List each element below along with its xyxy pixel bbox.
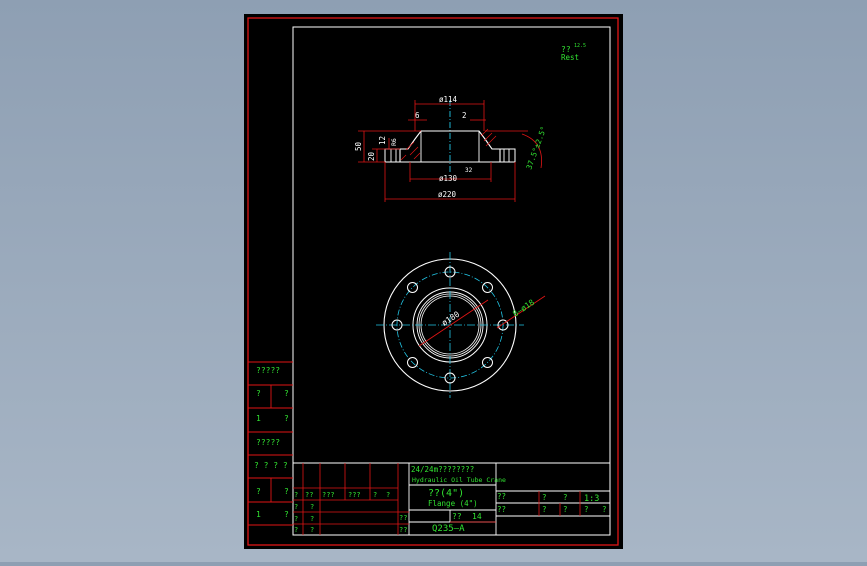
tb-sign-6: ? (386, 491, 390, 499)
tb-sign-13: ?? (399, 514, 407, 522)
rest-sup: 12.5 (574, 43, 586, 49)
tb-cell-b: ?? (497, 505, 506, 514)
dim-d130: ø130 (439, 174, 458, 183)
tb-sign-5: ? (373, 491, 377, 499)
rev-row-4: ????? (256, 438, 280, 447)
tb-sign-10: ? (310, 515, 314, 523)
tb-sign-12: ? (310, 526, 314, 534)
rev-row-1: ????? (256, 366, 280, 375)
tb-cell-c: ? (542, 493, 547, 502)
dim-32: 32 (465, 167, 473, 174)
tb-sign-7: ? (294, 503, 298, 511)
tb-sign-11: ? (294, 526, 298, 534)
drawing-canvas: ????? ? ? 1 ? ????? ? ? ? ? ? ? 1 ? 24/2… (244, 14, 623, 549)
material-value: Q235–A (432, 524, 465, 534)
rest-label: Rest (561, 53, 579, 62)
tb-sign-8: ? (310, 503, 314, 511)
tb-cell-e: ? (542, 505, 547, 514)
dim-20: 20 (367, 151, 376, 161)
rev-row-3a: 1 (256, 414, 261, 423)
rev-row-5: ? ? ? ? (254, 461, 288, 470)
rev-row-7a: 1 (256, 510, 261, 519)
part-name-en: Flange (4") (428, 499, 478, 508)
tb-sign-2: ?? (305, 491, 313, 499)
tb-cell-d: ? (563, 493, 568, 502)
dim-2: 2 (462, 111, 467, 120)
rev-row-2b: ? (284, 389, 289, 398)
dim-6: 6 (415, 111, 420, 120)
qty-value: 14 (472, 512, 482, 521)
tb-cell-g: ? (584, 505, 589, 514)
rev-row-7b: ? (284, 510, 289, 519)
dim-d114: ø114 (439, 95, 458, 104)
rev-row-2a: ? (256, 389, 261, 398)
project-title-en: Hydraulic Oil Tube Crane (412, 476, 506, 484)
project-title-cn: 24/24m???????? (411, 465, 474, 474)
qty-label: ?? (452, 512, 462, 521)
tb-cell-f: ? (563, 505, 568, 514)
tb-sign-4: ??? (348, 491, 361, 499)
tb-sign-1: ? (294, 491, 298, 499)
tb-sign-14: ?? (399, 526, 407, 534)
dim-d220: ø220 (438, 190, 457, 199)
tb-cell-h: ? (602, 505, 607, 514)
rev-row-6b: ? (284, 487, 289, 496)
tb-sign-3: ??? (322, 491, 335, 499)
dim-12: 12 (378, 136, 387, 145)
rev-row-6a: ? (256, 487, 261, 496)
dim-r6: R6 (390, 138, 398, 146)
rev-row-3b: ? (284, 414, 289, 423)
cad-viewport[interactable]: ????? ? ? 1 ? ????? ? ? ? ? ? ? 1 ? 24/2… (0, 0, 867, 562)
tb-cell-a: ?? (497, 492, 506, 501)
part-name-cn: ??(4") (428, 488, 464, 499)
scale-value: 1:3 (584, 494, 599, 504)
tb-sign-9: ? (294, 515, 298, 523)
dim-50: 50 (354, 141, 363, 151)
